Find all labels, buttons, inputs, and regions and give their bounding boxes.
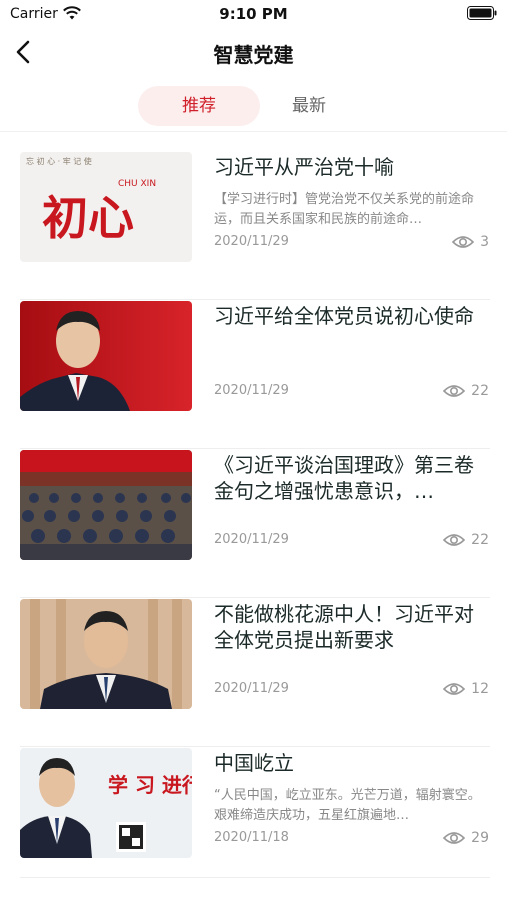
eye-icon bbox=[443, 683, 466, 695]
article-title: 《习近平谈治国理政》第三卷金句之增强忧患意识，… bbox=[214, 453, 474, 503]
view-count: 22 bbox=[443, 381, 489, 401]
view-count-value: 12 bbox=[471, 681, 489, 697]
article-title: 习近平从严治党十喻 bbox=[214, 155, 394, 179]
thumb-title-text: 学 习 进行 bbox=[108, 773, 192, 797]
clock-time: 9:10 PM bbox=[219, 5, 288, 23]
view-count: 22 bbox=[443, 530, 489, 550]
article-date: 2020/11/18 bbox=[214, 830, 289, 845]
view-count-value: 22 bbox=[471, 532, 489, 548]
view-count: 12 bbox=[443, 679, 489, 699]
article-thumbnail bbox=[20, 450, 192, 560]
view-count: 29 bbox=[443, 828, 489, 848]
article-title: 习近平给全体党员说初心使命 bbox=[214, 304, 474, 328]
eye-icon bbox=[443, 385, 466, 397]
thumb-small-text: CHU XIN bbox=[118, 179, 156, 189]
view-count-value: 29 bbox=[471, 830, 489, 846]
article-item[interactable]: 习近平给全体党员说初心使命 2020/11/29 22 bbox=[0, 301, 507, 449]
divider bbox=[20, 299, 490, 300]
article-date: 2020/11/29 bbox=[214, 681, 289, 696]
divider bbox=[20, 448, 490, 449]
tab-latest[interactable]: 最新 bbox=[270, 86, 348, 126]
article-thumbnail: 忘 初 心 · 牢 记 使 初心 CHU XIN bbox=[20, 152, 192, 262]
thumb-title-text: 初心 bbox=[42, 191, 134, 245]
divider bbox=[20, 597, 490, 598]
tab-recommended[interactable]: 推荐 bbox=[138, 86, 260, 126]
thumb-top-text: 忘 初 心 · 牢 记 使 bbox=[26, 156, 92, 166]
article-item[interactable]: 学 习 进行 中国屹立 “人民中国，屹立亚东。光芒万道，辐射寰空。艰难缔造庆成功… bbox=[0, 748, 507, 896]
article-date: 2020/11/29 bbox=[214, 532, 289, 547]
article-date: 2020/11/29 bbox=[214, 234, 289, 249]
article-item[interactable]: 不能做桃花源中人！习近平对全体党员提出新要求 2020/11/29 12 bbox=[0, 599, 507, 747]
article-summary: 【学习进行时】管党治党不仅关系党的前途命运，而且关系国家和民族的前途命… bbox=[214, 192, 475, 227]
article-item[interactable]: 《习近平谈治国理政》第三卷金句之增强忧患意识，… 2020/11/29 22 bbox=[0, 450, 507, 598]
view-count-value: 22 bbox=[471, 383, 489, 399]
navigation-bar: 智慧党建 bbox=[0, 30, 507, 74]
article-title: 不能做桃花源中人！习近平对全体党员提出新要求 bbox=[214, 602, 474, 652]
eye-icon bbox=[443, 832, 466, 844]
article-item[interactable]: 忘 初 心 · 牢 记 使 初心 CHU XIN 习近平从严治党十喻 【学习进行… bbox=[0, 152, 507, 300]
divider bbox=[0, 131, 507, 132]
divider bbox=[20, 746, 490, 747]
eye-icon bbox=[443, 534, 466, 546]
article-summary: “人民中国，屹立亚东。光芒万道，辐射寰空。艰难缔造庆成功，五星红旗遍地… bbox=[214, 788, 481, 823]
view-count-value: 3 bbox=[480, 234, 489, 250]
article-thumbnail: 学 习 进行 bbox=[20, 748, 192, 858]
article-thumbnail bbox=[20, 599, 192, 709]
eye-icon bbox=[452, 236, 475, 248]
tab-bar: 推荐 最新 bbox=[0, 84, 507, 128]
article-title: 中国屹立 bbox=[214, 751, 294, 775]
page-title: 智慧党建 bbox=[213, 43, 294, 67]
view-count: 3 bbox=[452, 232, 489, 252]
status-bar: Carrier 9:10 PM bbox=[0, 0, 507, 28]
article-thumbnail bbox=[20, 301, 192, 411]
divider bbox=[20, 877, 490, 878]
battery-icon bbox=[467, 6, 497, 20]
article-date: 2020/11/29 bbox=[214, 383, 289, 398]
